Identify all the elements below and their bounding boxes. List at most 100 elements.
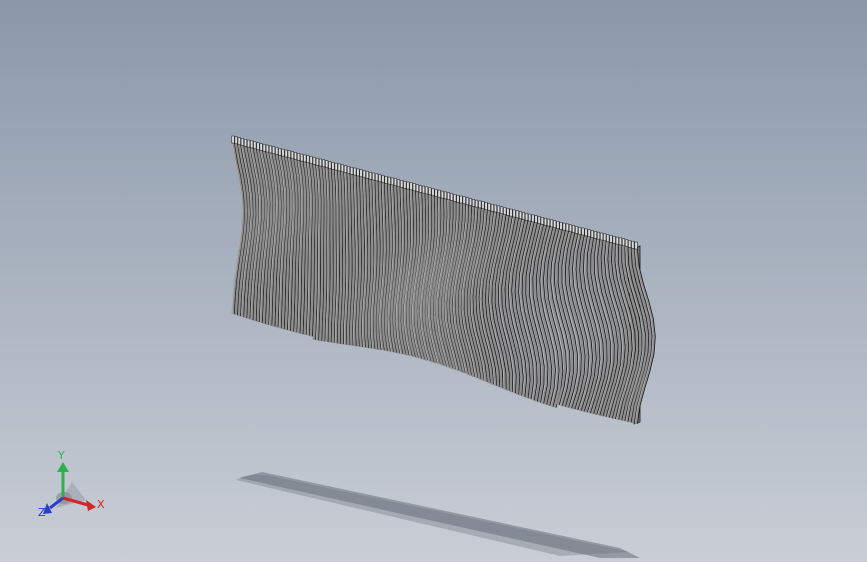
slat-top-tooth [365,171,369,179]
slat-top-tooth [487,203,491,211]
slat-top-tooth [281,148,285,157]
slat-top-tooth [265,144,269,153]
slat-top-tooth [450,193,454,201]
slat-top-tooth [600,232,604,241]
slat-top-tooth [272,146,276,154]
slat-top-tooth [262,143,266,152]
slat-top-tooth [512,209,516,218]
model-canvas[interactable]: Y X Z [0,0,867,562]
slat-top-tooth [334,162,338,171]
slat-top-tooth [322,159,326,168]
slat-top-tooth [562,222,566,231]
slat-top-tooth [244,139,248,147]
slat-top-tooth [618,237,622,246]
slat-top-tooth [590,230,594,238]
slat-top-tooth [547,218,551,227]
slat-top-tooth [465,197,469,205]
slat-top-tooth [256,142,260,150]
slat-top-tooth [250,140,254,149]
slat-top-tooth [437,189,441,198]
slat-top-tooth [528,213,532,222]
slat-top-tooth [572,225,576,233]
slat-top-tooth [356,168,360,177]
slat-top-tooth [268,145,272,154]
slat-top-tooth [537,216,541,224]
wave-panel-model[interactable] [231,135,656,425]
slat-top-tooth [290,151,294,159]
slat-top-tooth [275,147,279,155]
slat-top-tooth [247,139,251,148]
slat-top-tooth [503,207,507,215]
slat-top-tooth [603,233,607,242]
slat-top-tooth [328,161,332,169]
slat-top-tooth [622,238,626,246]
slat-top-tooth [387,176,391,185]
slat-top-tooth [340,164,344,173]
slat-top-tooth [434,189,438,197]
slat-top-tooth [418,185,422,193]
slat-top-tooth [615,236,619,245]
slat-top-tooth [478,200,482,209]
slat-top-tooth [559,222,563,230]
slat-top-tooth [287,150,291,159]
slat-top-tooth [575,226,579,234]
slat-top-tooth [409,182,413,191]
slat-top-tooth [293,152,297,160]
x-axis-arrow-icon [86,500,96,511]
slat-top-tooth [443,191,447,200]
slat-top-tooth [337,163,341,172]
slat-top-tooth [306,155,310,163]
slat-top-tooth [353,167,357,176]
floor-shadow [236,472,640,558]
slat-top-tooth [278,148,282,156]
slat-top-tooth [412,183,416,191]
slat-top-tooth [515,210,519,219]
slat-top-tooth [606,234,610,242]
slat-top-tooth [362,170,366,178]
slat-top-tooth [400,180,404,188]
slat-top-tooth [484,202,488,210]
slat-top-tooth [331,162,335,170]
slat-top-tooth [325,160,329,168]
x-axis-label: X [97,498,105,511]
slat-top-tooth [631,240,635,249]
slat-top-tooth [472,199,476,207]
slat-top-tooth [518,211,522,219]
slat-top-tooth [612,235,616,244]
slat-top-tooth [359,169,363,177]
slat-top-tooth [625,239,629,247]
coordinate-triad[interactable]: Y X Z [38,449,105,519]
slat-top-tooth [237,137,241,145]
slat-top-tooth [390,177,394,186]
slat-top-tooth [459,195,463,204]
slat-top-tooth [497,205,501,214]
slat-top-tooth [406,181,410,190]
slat-top-tooth [493,204,497,213]
slat-top-tooth [568,224,572,232]
slat-top-tooth [634,241,638,250]
slat-top-tooth [343,165,347,173]
slat-top-tooth [393,178,397,186]
graphics-viewport[interactable]: Y X Z [0,0,867,562]
slat-top-tooth [462,196,466,205]
slat-top-tooth [556,221,560,229]
slat-top-tooth [456,194,460,203]
slat-top-tooth [431,188,435,196]
slat-top-tooth [534,215,538,223]
slat-top-tooth [300,153,304,162]
slat-top-tooth [297,153,301,161]
slat-top-tooth [428,187,432,196]
slat-top-tooth [587,229,591,237]
slat-top-tooth [253,141,257,150]
slat-top-tooth [609,235,613,243]
y-axis-arrow-icon [57,462,69,472]
slat-top-tooth [231,135,235,144]
slat-top-tooth [578,226,582,235]
slat-top-tooth [368,171,372,180]
slat-top-tooth [550,219,554,228]
slat-top-tooth [500,206,504,214]
slat-top-tooth [522,212,526,220]
slat-top-tooth [372,172,376,181]
slat-top-tooth [509,208,513,217]
slat-top-tooth [481,201,485,209]
